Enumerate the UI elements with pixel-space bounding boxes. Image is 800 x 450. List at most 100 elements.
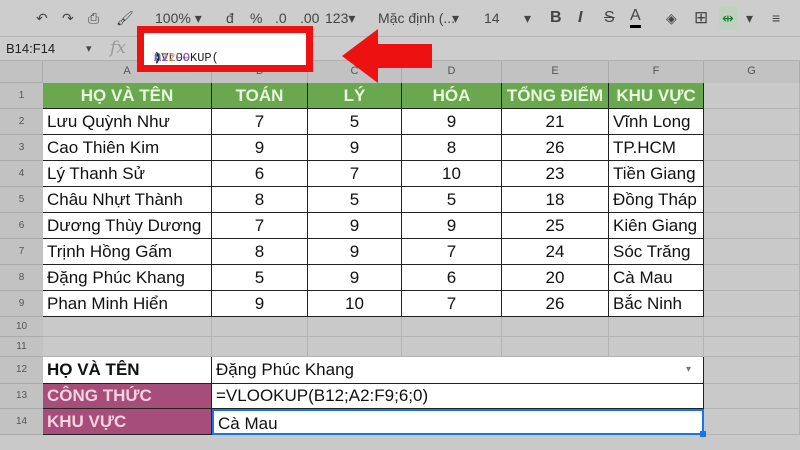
table-cell[interactable]: 7 <box>402 239 502 265</box>
table-cell[interactable]: 9 <box>212 135 308 161</box>
table-cell[interactable]: Châu Nhựt Thành <box>43 187 212 213</box>
text-color-button[interactable]: A <box>630 8 641 28</box>
select-all-corner[interactable] <box>0 61 43 83</box>
table-cell[interactable]: Sóc Trăng <box>609 239 704 265</box>
table-cell[interactable]: Vĩnh Long <box>609 109 704 135</box>
row-header-9[interactable]: 9 <box>0 291 43 317</box>
cell[interactable] <box>43 317 212 337</box>
table-cell[interactable]: Phan Minh Hiển <box>43 291 212 317</box>
row-header-13[interactable]: 13 <box>0 384 43 409</box>
lookup-name-label[interactable]: HỌ VÀ TÊN <box>43 357 212 384</box>
cell[interactable] <box>212 337 308 357</box>
table-cell[interactable]: 9 <box>308 265 402 291</box>
italic-button[interactable]: I <box>578 8 582 28</box>
table-cell[interactable]: 26 <box>502 135 609 161</box>
chevron-down-icon[interactable]: ▾ <box>686 363 698 377</box>
chevron-down-icon[interactable]: ▾ <box>746 8 753 28</box>
table-cell[interactable]: Trịnh Hồng Gấm <box>43 239 212 265</box>
table-cell[interactable]: Đặng Phúc Khang <box>43 265 212 291</box>
align-left-icon[interactable]: ≡ <box>772 8 780 28</box>
row-header-8[interactable]: 8 <box>0 265 43 291</box>
cell[interactable] <box>502 337 609 357</box>
cell[interactable] <box>704 83 800 109</box>
strikethrough-button[interactable]: S <box>604 8 615 28</box>
borders-icon[interactable]: ⊞ <box>694 8 708 28</box>
cell[interactable] <box>308 317 402 337</box>
table-cell[interactable]: 9 <box>308 239 402 265</box>
row-header-5[interactable]: 5 <box>0 187 43 213</box>
table-cell[interactable]: 5 <box>212 265 308 291</box>
table-cell[interactable]: 5 <box>308 109 402 135</box>
cell[interactable] <box>704 384 800 409</box>
table-cell[interactable]: TP.HCM <box>609 135 704 161</box>
table-header-cell[interactable]: HÓA <box>402 83 502 109</box>
row-header-1[interactable]: 1 <box>0 83 43 109</box>
redo-icon[interactable]: ↷ <box>62 8 74 28</box>
cell[interactable] <box>704 291 800 317</box>
table-cell[interactable]: 7 <box>212 109 308 135</box>
formula-input-highlight[interactable]: =VLOOKUP(B12; A2:F9; 6; 0) <box>137 26 313 72</box>
cell[interactable] <box>402 337 502 357</box>
cell[interactable] <box>704 161 800 187</box>
cell[interactable] <box>43 337 212 357</box>
cell[interactable] <box>704 357 800 384</box>
table-cell[interactable]: 9 <box>402 213 502 239</box>
table-header-cell[interactable]: HỌ VÀ TÊN <box>43 83 212 109</box>
column-header-E[interactable]: E <box>502 61 609 83</box>
table-cell[interactable]: Cà Mau <box>609 265 704 291</box>
cell[interactable] <box>704 213 800 239</box>
row-header-2[interactable]: 2 <box>0 109 43 135</box>
table-cell[interactable]: 7 <box>402 291 502 317</box>
lookup-name-dropdown[interactable]: Đặng Phúc Khang <box>212 357 704 384</box>
chevron-down-icon[interactable]: ▾ <box>452 8 459 28</box>
zoom-select[interactable]: 100% ▾ <box>155 8 202 28</box>
table-cell[interactable]: 21 <box>502 109 609 135</box>
fill-color-icon[interactable]: ◈ <box>666 8 677 28</box>
row-header-7[interactable]: 7 <box>0 239 43 265</box>
table-cell[interactable]: 9 <box>402 109 502 135</box>
cell[interactable] <box>308 337 402 357</box>
name-box[interactable]: B14:F14 <box>6 41 55 56</box>
table-header-cell[interactable]: KHU VỰC <box>609 83 704 109</box>
table-cell[interactable]: 5 <box>402 187 502 213</box>
table-cell[interactable]: 8 <box>402 135 502 161</box>
more-formats-button[interactable]: 123▾ <box>325 8 355 28</box>
lookup-formula-cell[interactable]: =VLOOKUP(B12;A2:F9;6;0) <box>212 384 704 409</box>
table-cell[interactable]: 5 <box>308 187 402 213</box>
table-header-cell[interactable]: LÝ <box>308 83 402 109</box>
bold-button[interactable]: B <box>550 8 562 28</box>
cell[interactable] <box>402 317 502 337</box>
selection-handle[interactable] <box>700 431 706 437</box>
cell[interactable] <box>212 317 308 337</box>
column-header-F[interactable]: F <box>609 61 704 83</box>
table-cell[interactable]: 6 <box>402 265 502 291</box>
table-cell[interactable]: 24 <box>502 239 609 265</box>
table-cell[interactable]: 9 <box>212 291 308 317</box>
table-cell[interactable]: Lý Thanh Sử <box>43 161 212 187</box>
cell[interactable] <box>704 109 800 135</box>
table-cell[interactable]: 10 <box>308 291 402 317</box>
paint-format-icon[interactable]: 🖌 <box>116 8 134 28</box>
table-cell[interactable]: 9 <box>308 213 402 239</box>
table-header-cell[interactable]: TỔNG ĐIỂM <box>502 83 609 109</box>
table-cell[interactable]: Lưu Quỳnh Như <box>43 109 212 135</box>
table-cell[interactable]: 18 <box>502 187 609 213</box>
table-cell[interactable]: 8 <box>212 187 308 213</box>
table-cell[interactable]: Tiền Giang <box>609 161 704 187</box>
row-header-11[interactable]: 11 <box>0 337 43 357</box>
table-cell[interactable]: 7 <box>308 161 402 187</box>
cell[interactable] <box>704 265 800 291</box>
cell[interactable] <box>502 317 609 337</box>
cell[interactable] <box>704 337 800 357</box>
cell[interactable] <box>704 135 800 161</box>
table-cell[interactable]: 20 <box>502 265 609 291</box>
chevron-down-icon[interactable]: ▾ <box>86 39 92 59</box>
table-cell[interactable]: 26 <box>502 291 609 317</box>
chevron-down-icon[interactable]: ▾ <box>524 8 531 28</box>
table-cell[interactable]: 8 <box>212 239 308 265</box>
increase-decimal-button[interactable]: .00 <box>300 8 319 28</box>
row-header-4[interactable]: 4 <box>0 161 43 187</box>
table-cell[interactable]: 25 <box>502 213 609 239</box>
table-cell[interactable]: Cao Thiên Kim <box>43 135 212 161</box>
table-cell[interactable]: Kiên Giang <box>609 213 704 239</box>
